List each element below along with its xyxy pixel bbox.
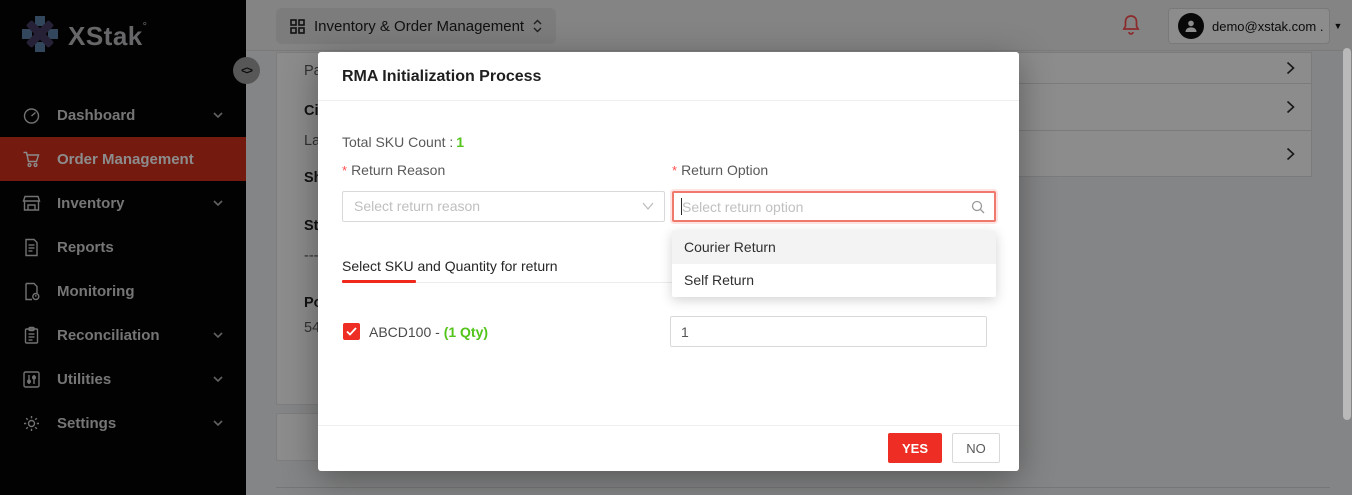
sku-checkbox[interactable]	[343, 323, 360, 340]
return-option-label: *Return Option	[672, 162, 768, 178]
sku-quantity-input[interactable]	[670, 316, 987, 347]
tab-active-indicator	[342, 280, 416, 283]
modal-title: RMA Initialization Process	[342, 52, 541, 101]
total-sku-count: Total SKU Count :1	[342, 134, 464, 150]
rma-modal: RMA Initialization Process Total SKU Cou…	[318, 52, 1019, 471]
dropdown-option-self-return[interactable]: Self Return	[672, 264, 996, 297]
yes-button[interactable]: YES	[888, 433, 942, 463]
dropdown-option-courier-return[interactable]: Courier Return	[672, 231, 996, 264]
app-root: XStak° Dashboard Order Management	[0, 0, 1352, 495]
total-sku-value: 1	[456, 134, 464, 150]
return-option-dropdown: Courier Return Self Return	[672, 231, 996, 297]
return-reason-placeholder: Select return reason	[354, 192, 480, 221]
return-option-input[interactable]	[682, 194, 962, 219]
modal-footer: YES NO	[318, 425, 1019, 471]
modal-header: RMA Initialization Process	[318, 52, 1019, 101]
return-reason-select[interactable]: Select return reason	[342, 191, 665, 222]
select-chevron-down-icon	[642, 201, 654, 211]
check-icon	[346, 327, 357, 336]
tab-select-sku[interactable]: Select SKU and Quantity for return	[342, 258, 558, 274]
scrollbar-thumb[interactable]	[1343, 48, 1351, 420]
no-button[interactable]: NO	[952, 433, 1000, 463]
required-asterisk: *	[342, 163, 347, 178]
sku-qty-label: (1 Qty)	[444, 324, 488, 340]
return-option-combobox[interactable]	[672, 191, 996, 222]
sku-item-label: ABCD100 - (1 Qty)	[369, 324, 488, 340]
required-asterisk: *	[672, 163, 677, 178]
search-icon	[971, 200, 985, 214]
return-reason-label: *Return Reason	[342, 162, 445, 178]
total-sku-label: Total SKU Count :	[342, 134, 453, 150]
